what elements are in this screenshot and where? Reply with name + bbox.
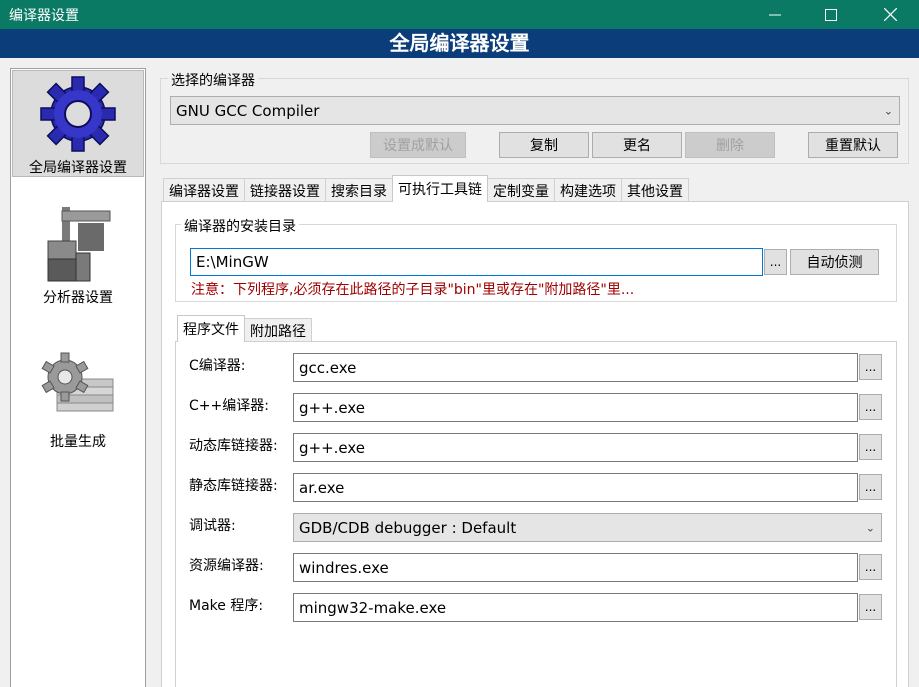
resource-compiler-browse-button[interactable]: ... [859,554,882,580]
dynamic-linker-label: 动态库链接器: [189,438,278,454]
tab-build-options[interactable]: 构建选项 [554,178,622,202]
tab-other-settings[interactable]: 其他设置 [621,178,689,202]
autodetect-button[interactable]: 自动侦测 [790,249,879,275]
resource-compiler-label: 资源编译器: [189,558,264,574]
make-program-label: Make 程序: [189,598,264,614]
cpp-compiler-input[interactable]: g++.exe [293,393,858,422]
path-note: 注意：下列程序,必须存在此路径的子目录"bin"里或存在"附加路径"里... [191,282,635,298]
tab-program-files[interactable]: 程序文件 [177,315,245,342]
page-banner: 全局编译器设置 [0,29,919,58]
caliper-icon [47,207,111,282]
debugger-dropdown-value: GDB/CDB debugger : Default [299,518,517,537]
sidebar-item-batch-build[interactable]: 批量生成 [12,349,144,450]
tab-linker-settings[interactable]: 链接器设置 [244,178,326,202]
chevron-down-icon: ⌄ [865,521,875,534]
reset-defaults-button[interactable]: 重置默认 [808,132,898,158]
dynamic-linker-input[interactable]: g++.exe [293,433,858,462]
gear-icon [40,76,116,152]
c-compiler-browse-button[interactable]: ... [859,354,882,380]
sidebar-item-profiler[interactable]: 分析器设置 [12,201,144,311]
c-compiler-input[interactable]: gcc.exe [293,353,858,382]
tab-additional-paths[interactable]: 附加路径 [244,318,312,342]
copy-button[interactable]: 复制 [499,132,589,158]
tab-compiler-settings[interactable]: 编译器设置 [163,178,245,202]
set-default-button[interactable]: 设置成默认 [370,132,466,158]
rename-button[interactable]: 更名 [592,132,682,158]
tab-search-directories[interactable]: 搜索目录 [325,178,393,202]
sidebar-item-global-compiler[interactable]: 全局编译器设置 [12,70,144,177]
install-dir-label: 编译器的安装目录 [181,216,299,236]
main-tabs: 编译器设置 链接器设置 搜索目录 可执行工具链 定制变量 构建选项 其他设置 [163,175,689,202]
minimize-button[interactable] [752,0,798,29]
sidebar: 全局编译器设置 分析器设置 批量生成 [10,68,146,687]
install-dir-input[interactable]: E:\MinGW [190,248,763,276]
make-program-input[interactable]: mingw32-make.exe [293,593,858,622]
batch-gear-icon [41,352,114,412]
sidebar-item-label: 全局编译器设置 [29,160,127,176]
tab-toolchain-executables[interactable]: 可执行工具链 [392,175,488,202]
chevron-down-icon: ⌄ [883,104,893,117]
maximize-button[interactable] [808,0,854,29]
static-linker-browse-button[interactable]: ... [859,474,882,500]
tab-custom-variables[interactable]: 定制变量 [487,178,555,202]
resource-compiler-input[interactable]: windres.exe [293,553,858,582]
maximize-icon [825,8,837,21]
dynamic-linker-browse-button[interactable]: ... [859,434,882,460]
static-linker-input[interactable]: ar.exe [293,473,858,502]
compiler-select-label: 选择的编译器 [168,70,258,90]
sidebar-item-label: 批量生成 [50,434,106,450]
make-program-browse-button[interactable]: ... [859,594,882,620]
sub-tabs: 程序文件 附加路径 [177,315,312,342]
browse-install-dir-button[interactable]: ... [764,249,787,275]
minimize-icon [769,14,781,15]
debugger-label: 调试器: [189,518,236,534]
cpp-compiler-browse-button[interactable]: ... [859,394,882,420]
cpp-compiler-label: C++编译器: [189,398,269,414]
static-linker-label: 静态库链接器: [189,478,278,494]
sidebar-item-label: 分析器设置 [43,290,113,306]
title-bar: 编译器设置 [0,0,919,29]
window-title: 编译器设置 [9,8,79,24]
compiler-dropdown-value: GNU GCC Compiler [176,101,320,120]
close-icon [883,8,897,21]
delete-button[interactable]: 删除 [685,132,775,158]
compiler-dropdown[interactable]: GNU GCC Compiler ⌄ [170,96,900,125]
debugger-dropdown[interactable]: GDB/CDB debugger : Default ⌄ [293,513,882,542]
close-button[interactable] [867,0,913,29]
c-compiler-label: C编译器: [189,358,246,374]
banner-title: 全局编译器设置 [389,31,530,55]
